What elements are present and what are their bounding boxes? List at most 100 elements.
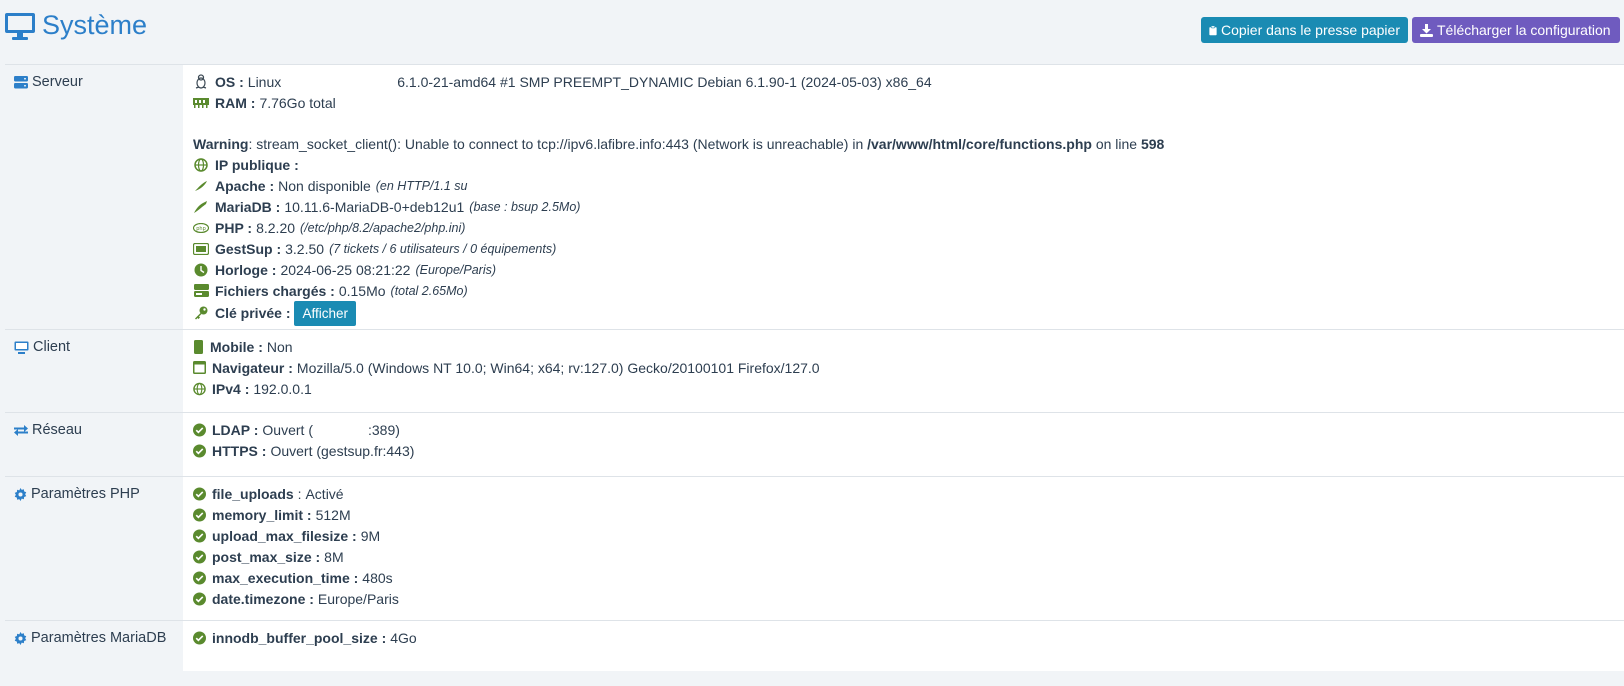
warning-label: Warning [193, 135, 249, 152]
php-param-name: date.timezone : [212, 590, 314, 607]
page-header: Système Copier dans le presse papier Tél… [0, 0, 1624, 56]
gestsup-line: GestSup : 3.2.50 (7 tickets / 6 utilisat… [193, 238, 1624, 259]
files-label: Fichiers chargés : [215, 282, 335, 299]
ip-line: IP publique : [193, 154, 1624, 175]
server-content: OS : Linux 6.1.0-21-amd64 #1 SMP PREEMPT… [183, 65, 1624, 329]
download-config-button[interactable]: Télécharger la configuration [1412, 17, 1620, 43]
network-label: Réseau [32, 422, 82, 438]
page-title-text: Système [42, 10, 148, 40]
php-param-value: 8M [324, 548, 344, 565]
browser-line: Navigateur : Mozilla/5.0 (Windows NT 10.… [193, 357, 1624, 378]
gear-icon [14, 487, 27, 501]
apache-label: Apache : [215, 177, 275, 194]
exchange-icon [14, 424, 28, 436]
client-label: Client [33, 339, 71, 355]
memory-icon [193, 95, 209, 111]
https-line: HTTPS : Ouvert (gestsup.fr:443) [193, 440, 1624, 461]
mariadb-params-label-cell: Paramètres MariaDB [5, 621, 183, 671]
svg-text:php: php [196, 226, 206, 232]
check-circle-icon [193, 630, 206, 646]
php-line: php PHP : 8.2.20 (/etc/php/8.2/apache2/p… [193, 217, 1624, 238]
mariadb-detail: (base : bsup 2.5Mo) [469, 199, 581, 214]
mobile-value: Non [266, 338, 293, 355]
files-value: 0.15Mo [338, 282, 386, 299]
ticket-icon [193, 241, 209, 257]
os-kernel: 6.1.0-21-amd64 #1 SMP PREEMPT_DYNAMIC De… [397, 73, 932, 90]
clock-icon [193, 262, 209, 278]
check-circle-icon [193, 528, 206, 544]
php-param-name: memory_limit : [212, 506, 312, 523]
files-line: Fichiers chargés : 0.15Mo (total 2.65Mo) [193, 280, 1624, 301]
system-info-table: Serveur OS : Linux 6.1.0-21-amd64 #1 SMP… [5, 64, 1624, 671]
clock-detail: (Europe/Paris) [415, 262, 497, 277]
php-param-item: date.timezone : Europe/Paris [193, 588, 1624, 609]
desktop-icon [5, 12, 35, 40]
ldap-port: :389) [368, 421, 400, 438]
server-row: Serveur OS : Linux 6.1.0-21-amd64 #1 SMP… [5, 65, 1624, 330]
php-param-value: 480s [362, 569, 393, 586]
clock-label: Horloge : [215, 261, 277, 278]
feather-icon [193, 178, 209, 194]
mariadb-label: MariaDB : [215, 198, 281, 215]
network-content: LDAP : Ouvert ( :389) HTTPS : Ouvert (ge… [183, 413, 1624, 476]
php-params-label: Paramètres PHP [31, 486, 140, 502]
ldap-line: LDAP : Ouvert ( :389) [193, 419, 1624, 440]
copy-to-clipboard-button[interactable]: Copier dans le presse papier [1201, 17, 1408, 43]
ram-line: RAM : 7.76Go total [193, 92, 1624, 113]
php-param-name: post_max_size : [212, 548, 321, 565]
php-param-name: max_execution_time : [212, 569, 359, 586]
files-detail: (total 2.65Mo) [390, 283, 468, 298]
check-circle-icon [193, 549, 206, 565]
os-label: OS : [215, 73, 244, 90]
php-label: PHP : [215, 219, 253, 236]
check-circle-icon [193, 486, 206, 502]
apache-detail: (en HTTP/1.1 su [375, 178, 468, 193]
hdd-icon [193, 283, 209, 299]
globe-icon [193, 157, 209, 173]
clock-line: Horloge : 2024-06-25 08:21:22 (Europe/Pa… [193, 259, 1624, 280]
php-param-name: file_uploads [212, 485, 294, 502]
php-params-label-cell: Paramètres PHP [5, 477, 183, 620]
warning-file: /var/www/html/core/functions.php [867, 135, 1092, 152]
clock-value: 2024-06-25 08:21:22 [280, 261, 411, 278]
mariadb-param-value: 4Go [390, 629, 417, 646]
network-row: Réseau LDAP : Ouvert ( :389) HTTPS : Ouv… [5, 413, 1624, 477]
warning-line-number: 598 [1140, 135, 1165, 152]
linux-icon [193, 74, 209, 90]
php-param-item: upload_max_filesize : 9M [193, 525, 1624, 546]
show-private-key-button[interactable]: Afficher [294, 300, 357, 326]
apache-line: Apache : Non disponible (en HTTP/1.1 su [193, 175, 1624, 196]
php-param-value: 512M [315, 506, 351, 523]
php-detail: (/etc/php/8.2/apache2/php.ini) [300, 220, 466, 235]
download-button-label: Télécharger la configuration [1437, 22, 1611, 38]
gestsup-label: GestSup : [215, 240, 282, 257]
ldap-label: LDAP : [212, 421, 259, 438]
mobile-icon [193, 339, 204, 355]
browser-value: Mozilla/5.0 (Windows NT 10.0; Win64; x64… [296, 359, 820, 376]
php-params-row: Paramètres PHP file_uploads : Activé mem… [5, 477, 1624, 621]
server-icon [14, 75, 28, 88]
https-value: Ouvert (gestsup.fr:443) [270, 442, 415, 459]
php-param-item: file_uploads : Activé [193, 483, 1624, 504]
warning-line: Warning : stream_socket_client(): Unable… [193, 133, 1624, 154]
network-label-cell: Réseau [5, 413, 183, 476]
php-value: 8.2.20 [256, 219, 296, 236]
mobile-line: Mobile : Non [193, 336, 1624, 357]
browser-icon [193, 360, 206, 376]
mariadb-value: 10.11.6-MariaDB-0+deb12u1 [284, 198, 465, 215]
mariadb-line: MariaDB : 10.11.6-MariaDB-0+deb12u1 (bas… [193, 196, 1624, 217]
php-param-sep: : [293, 485, 302, 502]
check-circle-icon [193, 422, 206, 438]
php-param-value: Activé [305, 485, 344, 502]
mariadb-param-name: innodb_buffer_pool_size : [212, 629, 387, 646]
mobile-label: Mobile : [210, 338, 263, 355]
php-param-value: Europe/Paris [317, 590, 399, 607]
globe-icon [193, 381, 206, 397]
https-label: HTTPS : [212, 442, 267, 459]
gestsup-value: 3.2.50 [285, 240, 325, 257]
php-param-item: max_execution_time : 480s [193, 567, 1624, 588]
php-icon: php [193, 220, 209, 236]
php-param-item: post_max_size : 8M [193, 546, 1624, 567]
key-icon [193, 305, 209, 321]
private-key-line: Clé privée : Afficher [193, 300, 1624, 326]
